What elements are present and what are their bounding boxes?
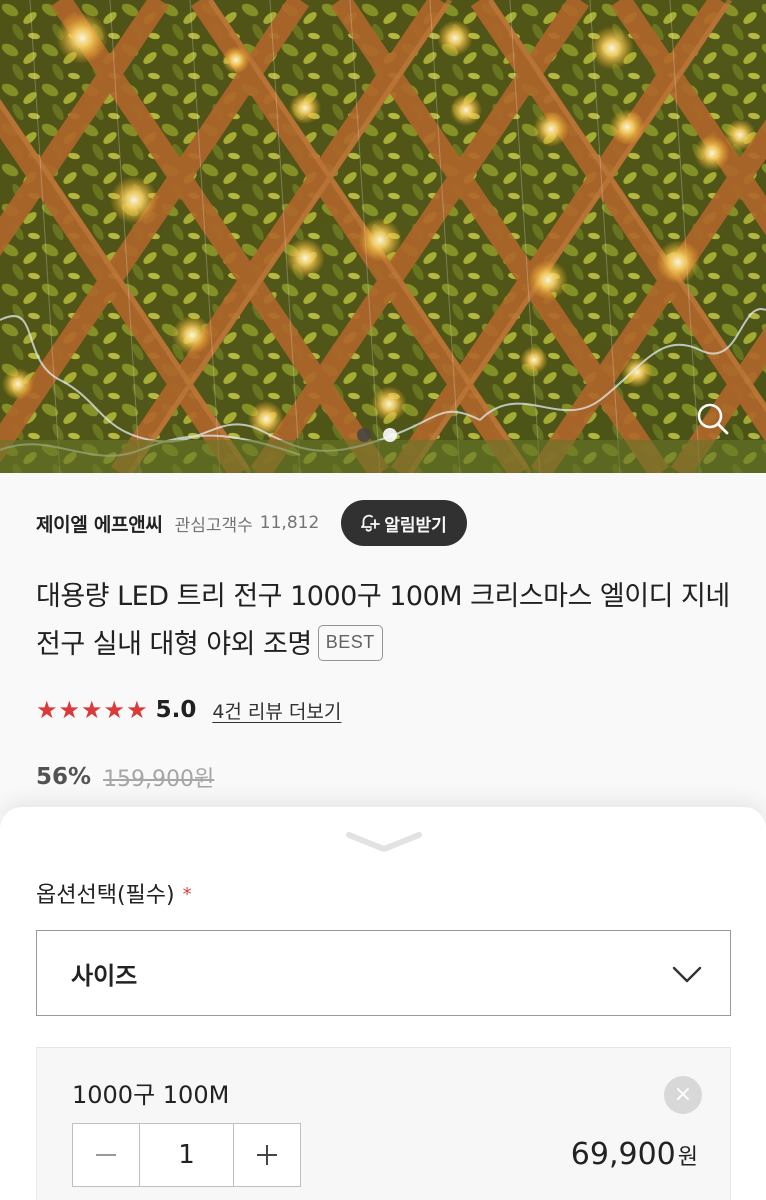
best-badge: BEST: [317, 624, 383, 661]
star-icon: ★: [103, 696, 126, 724]
option-price-value: 69,900: [570, 1137, 676, 1172]
decrease-quantity-button[interactable]: [73, 1124, 139, 1186]
option-item-price: 69,900 원: [571, 1137, 698, 1172]
product-image[interactable]: [0, 0, 766, 473]
bell-plus-icon: [361, 514, 381, 532]
close-icon: ×: [673, 1082, 693, 1107]
notify-label: 알림받기: [384, 515, 447, 536]
rating-row: ★ ★ ★ ★ ★ 5.0 4건 리뷰 더보기: [36, 692, 341, 728]
sheet-collapse-handle-icon[interactable]: [345, 829, 423, 857]
product-title-text: 대용량 LED 트리 전구 1000구 100M 크리스마스 엘이디 지네전구 …: [36, 581, 730, 660]
option-price-unit: 원: [677, 1145, 698, 1170]
option-section-title: 옵션선택(필수) *: [36, 877, 192, 909]
minus-icon: [96, 1154, 116, 1156]
carousel-dot-active[interactable]: [383, 428, 397, 442]
zoom-button[interactable]: [694, 400, 732, 438]
star-icon: ★: [36, 696, 58, 724]
size-select[interactable]: 사이즈: [36, 930, 731, 1016]
carousel-indicator: [357, 428, 397, 442]
required-mark: *: [182, 884, 192, 905]
seller-row: 제이엘 에프앤씨 관심고객수 11,812 알림받기: [36, 500, 736, 546]
magnifier-icon: [697, 403, 729, 435]
seller-name[interactable]: 제이엘 에프앤씨: [36, 510, 163, 537]
plus-icon: [257, 1145, 277, 1165]
option-bottom-sheet: 옵션선택(필수) * 사이즈 1000구 100M × 1 69,900 원: [0, 807, 766, 1200]
carousel-dot[interactable]: [357, 428, 371, 442]
star-icon: ★: [81, 696, 103, 724]
star-icon: ★: [126, 696, 148, 724]
size-select-label: 사이즈: [71, 961, 138, 990]
discount-rate: 56%: [36, 764, 92, 790]
original-price: 159,900원: [103, 767, 215, 792]
selected-option-name: 1000구 100M: [72, 1081, 230, 1109]
price-row: 56% 159,900원: [36, 757, 214, 797]
increase-quantity-button[interactable]: [234, 1124, 300, 1186]
notify-button[interactable]: 알림받기: [341, 500, 467, 546]
selected-option-item: 1000구 100M × 1 69,900 원: [36, 1047, 731, 1200]
quantity-stepper: 1: [72, 1123, 301, 1187]
follower-count: 11,812: [259, 513, 320, 533]
quantity-value[interactable]: 1: [139, 1124, 234, 1186]
follower-label: 관심고객수: [174, 515, 253, 536]
remove-option-button[interactable]: ×: [664, 1076, 702, 1114]
product-photo: [0, 0, 766, 473]
review-link[interactable]: 4건 리뷰 더보기: [212, 697, 341, 724]
chevron-down-icon: [672, 966, 702, 983]
rating-score: 5.0: [155, 697, 197, 723]
product-title: 대용량 LED 트리 전구 1000구 100M 크리스마스 엘이디 지네전구 …: [36, 573, 736, 669]
rating-stars: ★ ★ ★ ★ ★: [36, 698, 148, 722]
option-title-text: 옵션선택(필수): [36, 883, 175, 908]
star-icon: ★: [58, 696, 81, 724]
